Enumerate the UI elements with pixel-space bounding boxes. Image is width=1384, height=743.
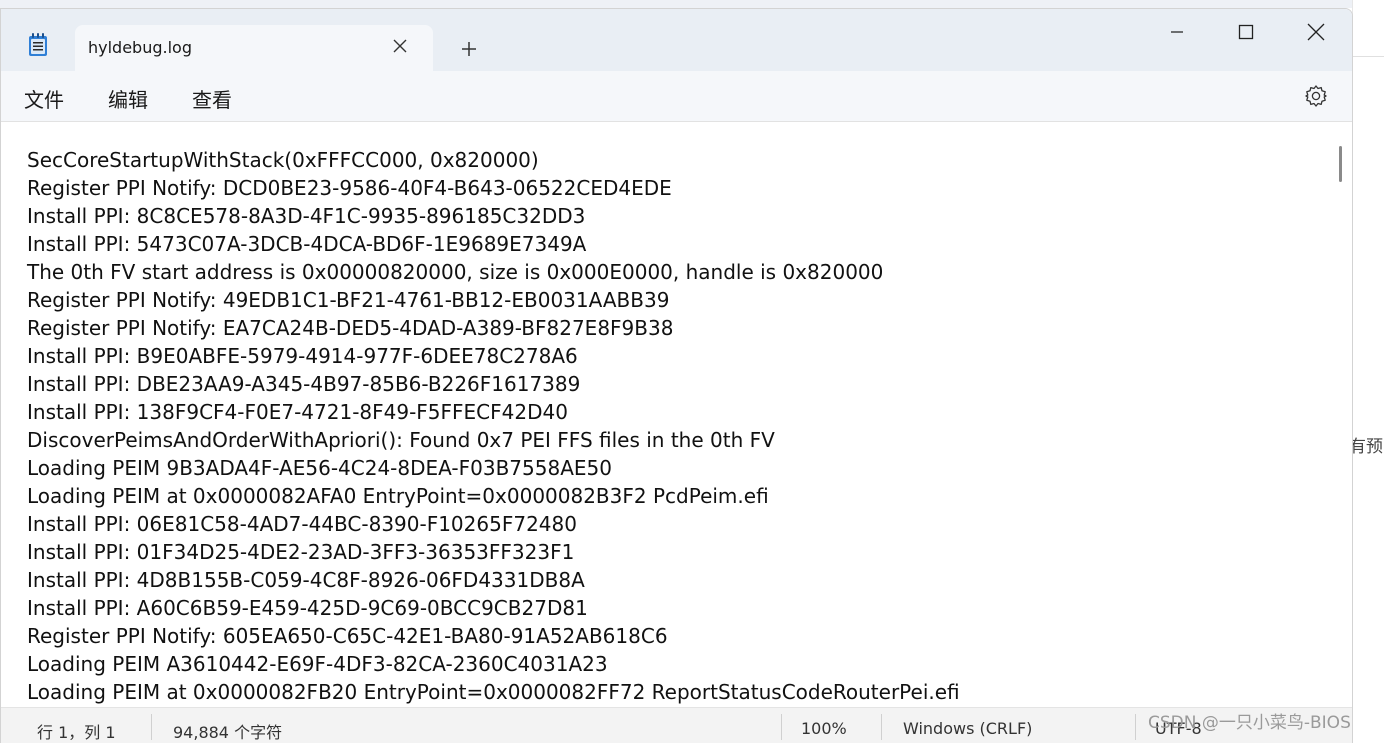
minimize-icon[interactable] (1154, 17, 1200, 47)
close-icon[interactable] (389, 35, 411, 57)
notepad-icon (28, 33, 48, 57)
text-line: Install PPI: DBE23AA9-A345-4B97-85B6-B22… (27, 372, 581, 396)
text-line: Install PPI: 01F34D25-4DE2-23AD-3FF3-363… (27, 540, 575, 564)
desktop-background-top (0, 0, 1352, 8)
text-line: Install PPI: 06E81C58-4AD7-44BC-8390-F10… (27, 512, 577, 536)
menu-file[interactable]: 文件 (24, 84, 64, 113)
watermark: CSDN @一只小菜鸟-BIOS (1148, 713, 1351, 733)
text-line: Register PPI Notify: EA7CA24B-DED5-4DAD-… (27, 316, 674, 340)
maximize-icon[interactable] (1223, 17, 1269, 47)
menu-edit[interactable]: 编辑 (108, 84, 148, 113)
background-text: 有预 (1349, 437, 1383, 457)
tab-hyldebug-log[interactable]: hyldebug.log (75, 25, 433, 71)
text-line: Install PPI: 4D8B155B-C059-4C8F-8926-06F… (27, 568, 585, 592)
notepad-window: hyldebug.log 文件 编辑 查看 SecCoreStartupWith… (0, 8, 1353, 743)
desktop-background: 有预 (1349, 0, 1384, 742)
text-line: Loading PEIM A3610442-E69F-4DF3-82CA-236… (27, 652, 608, 676)
window-close-icon[interactable] (1293, 17, 1339, 47)
plus-icon[interactable] (457, 37, 481, 61)
menu-bar: 文件 编辑 查看 (1, 71, 1352, 122)
text-line: Loading PEIM 9B3ADA4F-AE56-4C24-8DEA-F03… (27, 456, 612, 480)
text-line: Loading PEIM at 0x0000082FB20 EntryPoint… (27, 680, 960, 704)
text-line: The 0th FV start address is 0x0000082000… (27, 260, 884, 284)
tab-title: hyldebug.log (88, 38, 192, 57)
text-line: Install PPI: A60C6B59-E459-425D-9C69-0BC… (27, 596, 588, 620)
text-line: DiscoverPeimsAndOrderWithApriori(): Foun… (27, 428, 775, 452)
text-editor[interactable]: SecCoreStartupWithStack(0xFFFCC000, 0x82… (1, 122, 1352, 707)
text-line: SecCoreStartupWithStack(0xFFFCC000, 0x82… (27, 148, 539, 172)
line-ending[interactable]: Windows (CRLF) (903, 719, 1032, 738)
title-bar[interactable]: hyldebug.log (1, 9, 1352, 71)
text-line: Register PPI Notify: DCD0BE23-9586-40F4-… (27, 176, 672, 200)
text-line: Register PPI Notify: 605EA650-C65C-42E1-… (27, 624, 668, 648)
text-content: SecCoreStartupWithStack(0xFFFCC000, 0x82… (27, 146, 960, 706)
text-line: Register PPI Notify: 49EDB1C1-BF21-4761-… (27, 288, 670, 312)
text-line: Install PPI: B9E0ABFE-5979-4914-977F-6DE… (27, 344, 578, 368)
status-divider (781, 714, 782, 740)
background-divider (1353, 56, 1384, 57)
text-line: Install PPI: 5473C07A-3DCB-4DCA-BD6F-1E9… (27, 232, 587, 256)
text-line: Loading PEIM at 0x0000082AFA0 EntryPoint… (27, 484, 769, 508)
menu-view[interactable]: 查看 (192, 84, 232, 113)
gear-icon[interactable] (1303, 83, 1329, 109)
cursor-position: 行 1，列 1 (37, 723, 116, 742)
status-divider (881, 714, 882, 740)
text-line: Install PPI: 138F9CF4-F0E7-4721-8F49-F5F… (27, 400, 568, 424)
status-divider (1135, 714, 1136, 740)
zoom-level[interactable]: 100% (801, 719, 847, 738)
status-divider (151, 714, 152, 740)
text-line: Install PPI: 8C8CE578-8A3D-4F1C-9935-896… (27, 204, 586, 228)
vertical-scrollbar[interactable] (1339, 146, 1342, 182)
character-count: 94,884 个字符 (173, 723, 283, 742)
